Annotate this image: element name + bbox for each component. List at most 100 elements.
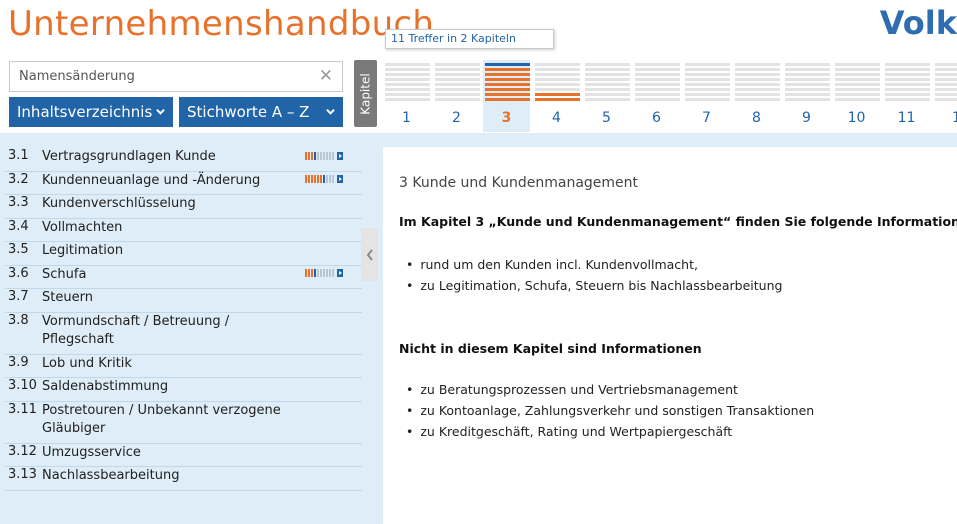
toc-item[interactable]: 3.9 Lob und Kritik xyxy=(5,355,362,378)
close-icon[interactable]: ✕ xyxy=(319,66,333,86)
hit-indicator[interactable] xyxy=(305,175,343,184)
empty-bar xyxy=(635,63,680,66)
hit-indicator[interactable] xyxy=(305,269,343,278)
hit-bar xyxy=(485,68,530,71)
hit-bar xyxy=(485,83,530,86)
empty-bar xyxy=(735,63,780,66)
hit-tick xyxy=(308,269,310,277)
chevron-left-icon xyxy=(366,248,373,261)
chapter-12-button[interactable]: 1 xyxy=(933,60,957,132)
toc-item[interactable]: 3.2 Kundenneuanlage und -Änderung xyxy=(5,172,362,195)
play-icon[interactable] xyxy=(337,151,343,160)
empty-bar xyxy=(885,63,930,66)
toc-item-number: 3.11 xyxy=(8,401,37,417)
chapter-number: 7 xyxy=(702,110,711,126)
empty-bar xyxy=(585,68,630,71)
empty-bar xyxy=(535,63,580,66)
empty-bar xyxy=(535,68,580,71)
search-field[interactable]: ✕ xyxy=(9,61,343,92)
chapter-hit-bars xyxy=(485,60,530,101)
hit-bar xyxy=(485,98,530,101)
chapter-1-button[interactable]: 1 xyxy=(383,60,430,132)
excluded-list: zu Beratungsprozessen und Vertriebsmanag… xyxy=(406,382,814,445)
chapter-title: 3 Kunde und Kundenmanagement xyxy=(399,175,639,191)
toc-item[interactable]: 3.5 Legitimation xyxy=(5,242,362,266)
hit-tick xyxy=(320,269,322,277)
chapter-number: 8 xyxy=(752,110,761,126)
empty-bar xyxy=(735,73,780,76)
hit-tooltip: 11 Treffer in 2 Kapiteln xyxy=(385,29,554,49)
chapter-6-button[interactable]: 6 xyxy=(633,60,680,132)
hit-tick xyxy=(332,175,334,183)
collapse-sidebar-button[interactable] xyxy=(361,228,378,281)
kapitel-tab[interactable]: Kapitel xyxy=(354,60,377,127)
toc-item-number: 3.3 xyxy=(8,195,29,210)
empty-bar xyxy=(885,88,930,91)
list-item: zu Legitimation, Schufa, Steuern bis Nac… xyxy=(406,278,782,299)
toc-item[interactable]: 3.7 Steuern xyxy=(5,289,362,313)
chapter-hit-bars xyxy=(635,60,680,101)
play-icon[interactable] xyxy=(337,175,343,183)
chapter-number: 1 xyxy=(402,110,411,126)
empty-bar xyxy=(585,73,630,76)
empty-bar xyxy=(785,98,830,101)
empty-bar xyxy=(435,68,480,71)
hit-bar xyxy=(535,93,580,96)
chapter-10-button[interactable]: 10 xyxy=(833,60,880,132)
toc-item[interactable]: 3.13 Nachlassbearbeitung xyxy=(5,467,362,491)
toc-item[interactable]: 3.4 Vollmachten xyxy=(5,219,362,242)
keywords-dropdown-button[interactable]: Stichworte A – Z xyxy=(179,97,343,127)
toc-item-label: Nachlassbearbeitung xyxy=(42,468,180,483)
hit-tick xyxy=(329,175,331,183)
toc-item[interactable]: 3.12 Umzugsservice xyxy=(5,443,362,467)
hit-tick xyxy=(332,151,334,160)
hit-tick xyxy=(311,151,313,160)
chapter-9-button[interactable]: 9 xyxy=(783,60,830,132)
toc-item-label: Schufa xyxy=(42,266,87,282)
chapter-11-button[interactable]: 11 xyxy=(883,60,930,132)
hit-tick xyxy=(311,269,313,277)
toc-item[interactable]: 3.3 Kundenverschlüsselung xyxy=(5,195,362,219)
empty-bar xyxy=(835,73,880,76)
toc-item-number: 3.13 xyxy=(8,467,37,482)
toc-item-label: Umzugsservice xyxy=(42,444,141,460)
empty-bar xyxy=(685,88,730,91)
hit-indicator[interactable] xyxy=(305,151,343,160)
toc-item[interactable]: 3.8 Vormundschaft / Betreuung / Pflegscha… xyxy=(5,313,362,355)
chapter-4-button[interactable]: 4 xyxy=(533,60,580,132)
hit-tick xyxy=(305,269,307,277)
chapter-5-button[interactable]: 5 xyxy=(583,60,630,132)
chapter-7-button[interactable]: 7 xyxy=(683,60,730,132)
toc-item[interactable]: 3.10 Saldenabstimmung xyxy=(5,378,362,402)
empty-bar xyxy=(635,68,680,71)
hit-tick xyxy=(314,269,316,277)
play-icon[interactable] xyxy=(337,269,343,277)
empty-bar xyxy=(835,68,880,71)
search-input[interactable] xyxy=(10,62,310,91)
toc-item-label: Saldenabstimmung xyxy=(42,379,169,394)
hit-tick xyxy=(308,175,310,183)
chapter-8-button[interactable]: 8 xyxy=(733,60,780,132)
hit-bar xyxy=(485,88,530,91)
toc-item[interactable]: 3.1 Vertragsgrundlagen Kunde xyxy=(5,148,362,172)
toc-item-label: Legitimation xyxy=(42,243,124,258)
keywords-button-label: Stichworte A – Z xyxy=(187,103,310,121)
toc-item[interactable]: 3.11 Postretouren / Unbekannt verzogene G… xyxy=(5,402,362,444)
chevron-down-icon xyxy=(326,108,335,115)
empty-bar xyxy=(785,63,830,66)
toc-item-number: 3.12 xyxy=(8,443,37,459)
app-title: Unternehmenshandbuch xyxy=(8,4,435,44)
hit-bar xyxy=(485,78,530,81)
toc-dropdown-button[interactable]: Inhaltsverzeichnis xyxy=(9,97,173,127)
chapter-3-button[interactable]: 3 xyxy=(483,60,530,132)
empty-bar xyxy=(385,93,430,96)
toc-item[interactable]: 3.6 Schufa xyxy=(5,266,362,289)
empty-bar xyxy=(735,83,780,86)
empty-bar xyxy=(585,83,630,86)
empty-bar xyxy=(935,93,957,96)
chapter-2-button[interactable]: 2 xyxy=(433,60,480,132)
hit-tick xyxy=(323,151,325,160)
toc-item-label: Kundenneuanlage und -Änderung xyxy=(42,172,261,188)
chevron-down-icon xyxy=(156,108,165,115)
empty-bar xyxy=(785,68,830,71)
